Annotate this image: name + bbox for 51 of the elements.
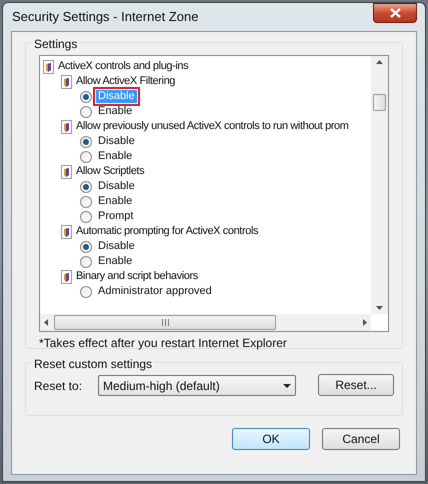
radio-button[interactable] [80, 90, 92, 102]
policy-icon [61, 270, 72, 284]
radio-button[interactable] [80, 150, 92, 162]
grip-icon [162, 319, 168, 326]
vertical-scrollbar[interactable] [371, 56, 388, 314]
option-label[interactable]: Enable [96, 195, 134, 208]
scroll-thumb[interactable] [54, 315, 276, 330]
setting-label: Allow Scriptlets [76, 164, 144, 180]
policy-icon [61, 224, 72, 238]
radio-button[interactable] [80, 196, 92, 208]
dropdown-arrow-icon [283, 384, 291, 388]
scroll-down-icon [376, 306, 383, 310]
radio-button[interactable] [80, 136, 92, 148]
settings-list[interactable] [39, 55, 389, 332]
reset-label: Reset to: [34, 378, 84, 395]
setting-label: Binary and script behaviors [76, 269, 198, 284]
scroll-thumb[interactable] [373, 94, 386, 111]
scroll-up-icon [376, 60, 383, 64]
option-label[interactable]: Enable [96, 255, 134, 268]
option-label[interactable]: Enable [96, 105, 134, 118]
setting-label: Allow previously unused ActiveX controls to run without prom [76, 119, 349, 134]
radio-button[interactable] [80, 180, 92, 192]
radio-button[interactable] [80, 240, 92, 252]
radio-button[interactable] [80, 286, 92, 298]
option-label[interactable]: Disable [96, 240, 137, 253]
setting-label: Automatic prompting for ActiveX controls [76, 224, 258, 240]
ok-button[interactable]: OK [232, 428, 310, 450]
window-title: Security Settings - Internet Zone [11, 8, 198, 26]
cancel-button[interactable]: Cancel [322, 428, 400, 450]
setting-label: Allow ActiveX Filtering [76, 74, 176, 90]
policy-icon [61, 74, 72, 88]
option-label[interactable]: Disable [96, 135, 137, 148]
policy-icon [61, 164, 72, 178]
radio-button[interactable] [80, 106, 92, 118]
horizontal-scrollbar[interactable] [40, 314, 371, 331]
restart-note: *Takes effect after you restart Internet Explorer [39, 335, 288, 352]
close-button[interactable] [373, 3, 417, 23]
radio-button[interactable] [80, 210, 92, 222]
scroll-right-icon [363, 319, 367, 326]
scroll-left-icon [44, 319, 48, 326]
reset-button[interactable]: Reset... [318, 374, 394, 396]
option-label[interactable]: Administrator approved [96, 285, 214, 298]
radio-button[interactable] [80, 256, 92, 268]
policy-icon [61, 120, 72, 134]
option-label[interactable]: Prompt [96, 210, 136, 223]
setting-label: ActiveX controls and plug-ins [58, 59, 188, 74]
option-label[interactable]: Disable [96, 180, 137, 193]
level-dropdown[interactable]: Medium-high (default) [98, 375, 296, 396]
close-icon [390, 8, 400, 18]
policy-icon [43, 60, 54, 74]
option-label[interactable]: Enable [96, 150, 134, 163]
